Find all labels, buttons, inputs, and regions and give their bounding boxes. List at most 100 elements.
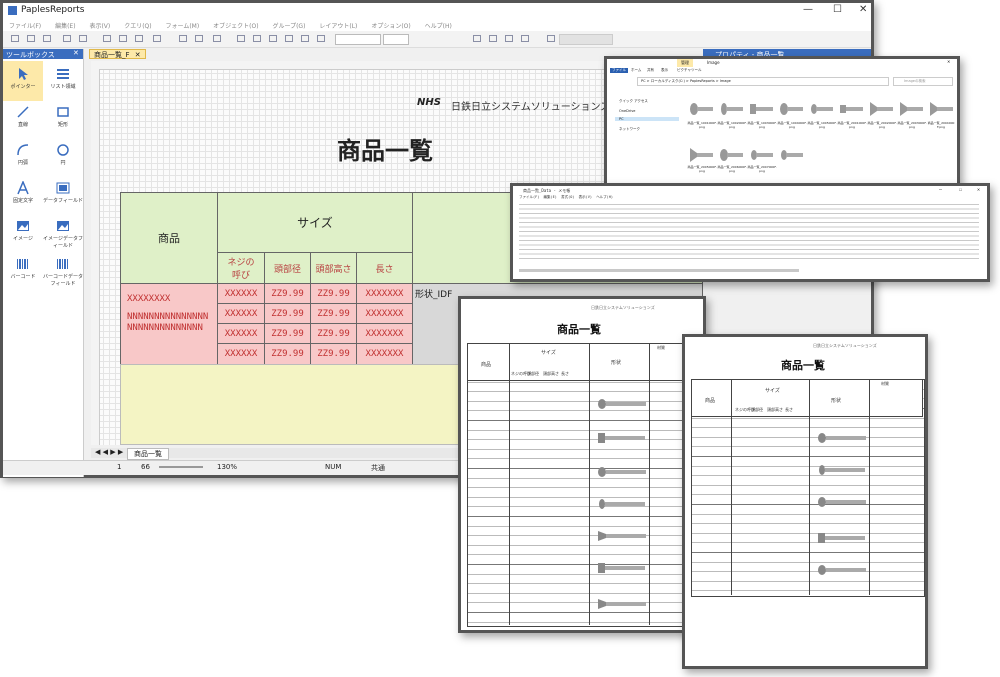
menu-help[interactable]: ヘルプ(H) <box>425 21 452 30</box>
toolbar-icon[interactable] <box>505 35 513 42</box>
detail-head-diameter[interactable]: ZZ9.99 <box>264 323 311 344</box>
file-thumbnail[interactable] <box>809 101 835 117</box>
detail-length[interactable]: XXXXXXX <box>356 343 413 365</box>
toolbar-icon[interactable] <box>103 35 111 42</box>
detail-nominal[interactable]: XXXXXX <box>217 303 265 324</box>
file-thumbnail[interactable] <box>779 101 805 117</box>
nav-network[interactable]: ネットワーク <box>619 127 640 132</box>
ribbon-tab[interactable]: 共有 <box>647 68 654 73</box>
toolbar-icon[interactable] <box>11 35 19 42</box>
file-thumbnail[interactable] <box>719 101 745 117</box>
toolbar-icon[interactable] <box>27 35 35 42</box>
nav-quick-access[interactable]: クイック アクセス <box>619 99 648 104</box>
explorer-manage-tab[interactable]: 管理 <box>677 59 693 67</box>
explorer-close-icon[interactable]: ✕ <box>947 59 950 64</box>
toolbar-icon[interactable] <box>521 35 529 42</box>
explorer-search[interactable]: Imageの検索 <box>893 77 953 86</box>
file-thumbnail[interactable] <box>929 101 955 117</box>
tool-data-field[interactable]: データフィールド <box>43 175 83 215</box>
toolbox-close-icon[interactable]: ✕ <box>73 49 79 57</box>
file-thumbnail[interactable] <box>869 101 895 117</box>
sheet-nav-icons[interactable]: ◀ ◀ ▶ ▶ <box>95 448 123 456</box>
tool-line[interactable]: 直線 <box>3 99 43 139</box>
tab-report-form[interactable]: 商品一覧_F ✕ <box>89 49 146 59</box>
detail-length[interactable]: XXXXXXX <box>356 303 413 324</box>
sheet-tab[interactable]: 商品一覧 <box>127 448 169 460</box>
notepad-menu-item[interactable]: ヘルプ(H) <box>596 195 613 199</box>
detail-nominal[interactable]: XXXXXX <box>217 343 265 365</box>
ribbon-tab[interactable]: ピクチャツール <box>677 68 701 73</box>
toolbar-icon[interactable] <box>285 35 293 42</box>
status-zoom[interactable]: 130% <box>217 463 237 471</box>
toolbar-icon[interactable] <box>269 35 277 42</box>
menu-file[interactable]: ファイル(F) <box>9 21 41 30</box>
detail-length[interactable]: XXXXXXX <box>356 323 413 344</box>
tool-image[interactable]: イメージ <box>3 213 43 253</box>
notepad-menu-item[interactable]: 編集(E) <box>544 195 557 199</box>
file-thumbnail[interactable] <box>689 101 715 117</box>
toolbar-icon[interactable] <box>119 35 127 42</box>
toolbar-icon[interactable] <box>489 35 497 42</box>
zoom-slider[interactable] <box>159 466 203 468</box>
file-thumbnail[interactable] <box>749 147 775 163</box>
tool-image-data-field[interactable]: イメージデータフィールド <box>43 213 83 253</box>
toolbar-icon[interactable] <box>79 35 87 42</box>
tool-circle[interactable]: 円 <box>43 137 83 177</box>
file-thumbnail[interactable] <box>779 147 805 163</box>
close-icon[interactable]: ✕ <box>859 4 867 15</box>
toolbar-icon[interactable] <box>473 35 481 42</box>
tool-text[interactable]: 固定文字 <box>3 175 43 215</box>
toolbar-icon[interactable] <box>547 35 555 42</box>
notepad-minimize-icon[interactable]: — <box>939 187 942 193</box>
file-thumbnail[interactable] <box>839 101 865 117</box>
tool-barcode[interactable]: バーコード <box>3 251 43 291</box>
menu-edit[interactable]: 編集(E) <box>55 21 75 30</box>
tool-barcode-data-field[interactable]: バーコードデータフィールド <box>43 251 83 291</box>
menu-view[interactable]: 表示(V) <box>89 21 110 30</box>
notepad-menu-item[interactable]: 書式(O) <box>561 195 574 199</box>
detail-nominal[interactable]: XXXXXX <box>217 323 265 344</box>
ribbon-tab[interactable]: 表示 <box>661 68 668 73</box>
nav-pc[interactable]: PC <box>615 117 679 121</box>
header-size[interactable]: サイズ <box>217 192 413 253</box>
detail-head-height[interactable]: ZZ9.99 <box>310 303 357 324</box>
menu-layout[interactable]: レイアウト(L) <box>319 21 357 30</box>
minimize-icon[interactable]: — <box>803 4 813 15</box>
menu-query[interactable]: クエリ(Q) <box>124 21 151 30</box>
toolbar-icon[interactable] <box>253 35 261 42</box>
header-sub-length[interactable]: 長さ <box>356 252 413 284</box>
header-sub-head-diameter[interactable]: 頭部径 <box>264 252 311 284</box>
font-select[interactable] <box>335 34 381 45</box>
tool-rectangle[interactable]: 矩形 <box>43 99 83 139</box>
size-select[interactable] <box>383 34 409 45</box>
toolbar-icon[interactable] <box>179 35 187 42</box>
toolbar-icon[interactable] <box>301 35 309 42</box>
menu-form[interactable]: フォーム(M) <box>166 21 200 30</box>
tool-pointer[interactable]: ポインター <box>3 61 43 101</box>
file-thumbnail[interactable] <box>899 101 925 117</box>
header-sub-nominal[interactable]: ネジの呼び <box>217 252 265 284</box>
file-thumbnail[interactable] <box>719 147 745 163</box>
header-sub-head-height[interactable]: 頭部高さ <box>310 252 357 284</box>
header-product[interactable]: 商品 <box>120 192 218 284</box>
detail-head-diameter[interactable]: ZZ9.99 <box>264 283 311 304</box>
tab-close-icon[interactable]: ✕ <box>135 51 141 59</box>
file-thumbnail[interactable] <box>689 147 715 163</box>
tool-list-area[interactable]: リスト領域 <box>43 61 83 101</box>
detail-head-height[interactable]: ZZ9.99 <box>310 283 357 304</box>
detail-head-height[interactable]: ZZ9.99 <box>310 323 357 344</box>
toolbar-icon[interactable] <box>43 35 51 42</box>
toolbar-icon[interactable] <box>135 35 143 42</box>
toolbar-icon[interactable] <box>213 35 221 42</box>
notepad-menu-item[interactable]: ファイル(F) <box>519 195 539 199</box>
file-thumbnail[interactable] <box>749 101 775 117</box>
menu-group[interactable]: グループ(G) <box>272 21 305 30</box>
notepad-scrollbar[interactable] <box>519 269 799 272</box>
detail-nominal[interactable]: XXXXXX <box>217 283 265 304</box>
toolbar-icon[interactable] <box>237 35 245 42</box>
color-select[interactable] <box>559 34 613 45</box>
detail-head-height[interactable]: ZZ9.99 <box>310 343 357 365</box>
nav-onedrive[interactable]: OneDrive <box>619 109 635 113</box>
ribbon-tab[interactable]: ファイル <box>610 68 628 73</box>
notepad-maximize-icon[interactable]: ☐ <box>959 187 962 193</box>
